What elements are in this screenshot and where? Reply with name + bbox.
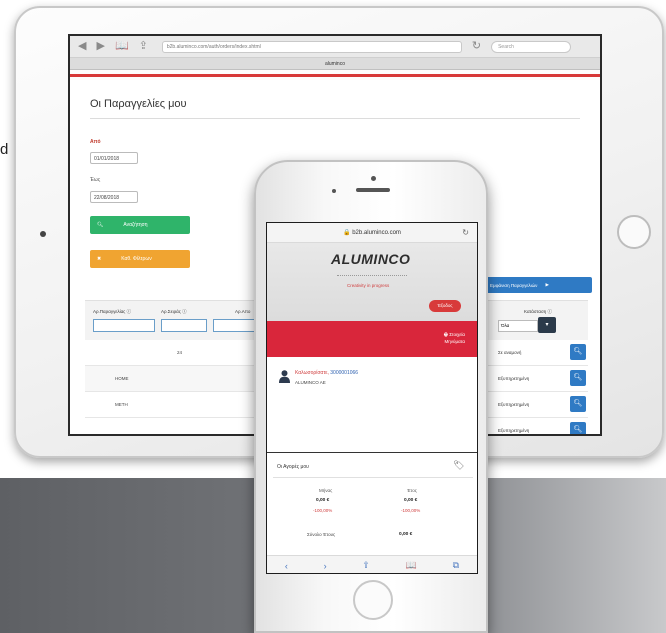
view-icon[interactable]: 🔍︎	[570, 396, 586, 412]
clear-filters-label: Καθ. Φίλτρων	[121, 256, 152, 262]
month-value: 0,00 €	[316, 498, 330, 503]
messages-link[interactable]: Μηνύματα	[444, 338, 465, 345]
mobile-menu-item[interactable]: 🖶 Στοιχεία Μηνύματα	[444, 331, 465, 345]
table-cell: 24	[177, 350, 183, 355]
logout-button[interactable]: Έξοδος	[429, 300, 461, 312]
status-row[interactable]: Σε αναμονή 🔍︎	[488, 340, 588, 366]
mobile-bottom-bar: ‹ › ⇪ 📖 ⧉	[267, 555, 477, 573]
aluminco-logo[interactable]: ALUMINCO	[331, 251, 410, 267]
back-icon[interactable]: ‹	[285, 561, 288, 571]
purchases-rule	[273, 477, 473, 478]
bookmarks-icon[interactable]: 📖	[406, 560, 417, 571]
tabs-icon[interactable]: ⧉	[453, 560, 459, 571]
view-icon[interactable]: 🔍︎	[570, 370, 586, 386]
phone-screen: 🔒 b2b.aluminco.com ↻ ALUMINCO Creativity…	[266, 222, 478, 574]
purchases-title: Οι Αγορές μου	[277, 464, 309, 470]
logo-tagline: Creativity in progress	[347, 283, 390, 288]
customer-code: 3000001066	[330, 370, 359, 376]
arrow-right-icon: ▶	[545, 282, 549, 287]
eraser-icon: ✖	[97, 256, 102, 262]
mobile-url: 🔒 b2b.aluminco.com	[343, 230, 401, 236]
show-orders-label: Εμφάνιση Παραγγελιών	[490, 282, 538, 288]
side-text: d	[0, 141, 9, 158]
address-bar[interactable]: b2b.aluminco.com/auth/orders/index.shtml	[161, 40, 462, 53]
forward-icon[interactable]: ›	[324, 561, 327, 571]
share-icon[interactable]: ⇪	[139, 41, 148, 52]
status-text: Εξυπηρετημένη	[498, 402, 530, 407]
section-divider	[267, 452, 477, 453]
mobile-address-bar[interactable]: 🔒 b2b.aluminco.com ↻	[267, 223, 477, 243]
title-divider	[90, 118, 580, 119]
status-row[interactable]: Εξυπηρετημένη 🔍︎	[488, 366, 588, 392]
status-text: Εξυπηρετημένη	[498, 428, 530, 433]
order-number-filter[interactable]	[93, 319, 155, 332]
welcome-line: Καλωσορίσατε, 3000001066	[295, 370, 358, 376]
year-total-label: Σύνολο Έτους	[307, 532, 336, 537]
tag-icon: 🏷	[453, 460, 465, 470]
from-date-field[interactable]: 01/01/2018	[90, 152, 138, 164]
status-text: Εξυπηρετημένη	[498, 376, 530, 381]
reload-icon[interactable]: ↻	[472, 41, 481, 52]
view-icon[interactable]: 🔍︎	[570, 422, 586, 434]
page-title: Οι Παραγγελίες μου	[90, 98, 187, 110]
mobile-menu-band: 🖶 Στοιχεία Μηνύματα	[267, 321, 477, 357]
reload-icon[interactable]: ↻	[462, 223, 469, 243]
forward-icon[interactable]: ▶	[96, 41, 104, 52]
phone-sensor	[332, 189, 336, 193]
col-order-number[interactable]: Αρ.Παραγγελίας ⓘ	[93, 309, 131, 315]
col-reference[interactable]: Αρ.Απο	[235, 309, 250, 314]
status-row[interactable]: Εξυπηρετημένη 🔍︎	[488, 392, 588, 418]
table-cell: HOME	[115, 376, 129, 381]
year-value: 0,00 €	[404, 498, 418, 503]
search-icon: 🔍︎	[97, 222, 104, 228]
year-percent: -100,00%	[401, 508, 421, 513]
user-icon	[279, 370, 290, 383]
status-select[interactable]: Όλα	[498, 320, 538, 332]
tablet-home-button[interactable]	[617, 215, 651, 249]
phone-device: 🔒 b2b.aluminco.com ↻ ALUMINCO Creativity…	[254, 160, 488, 633]
search-field[interactable]: Search	[491, 40, 572, 53]
clear-filters-button[interactable]: ✖ Καθ. Φίλτρων	[90, 250, 190, 268]
month-label: Μήνας	[319, 488, 333, 493]
phone-home-button[interactable]	[353, 580, 393, 620]
search-button-label: Αναζήτηση	[123, 222, 148, 228]
table-cell: METH	[115, 402, 128, 407]
col-status[interactable]: Κατάσταση ⓘ	[524, 309, 552, 315]
year-label: Έτος	[407, 488, 417, 493]
status-dropdown-button[interactable]: ▾	[538, 317, 556, 333]
details-link[interactable]: 🖶 Στοιχεία	[444, 331, 465, 338]
phone-camera	[371, 176, 376, 181]
month-percent: -100,00%	[313, 508, 333, 513]
to-date-field[interactable]: 22/08/2018	[90, 191, 138, 203]
header-accent-line	[70, 74, 600, 77]
share-icon[interactable]: ⇪	[362, 560, 370, 571]
col-series-number[interactable]: Αρ.Σειράς ⓘ	[161, 309, 187, 315]
phone-speaker	[356, 188, 390, 192]
from-label: Από	[90, 139, 101, 145]
back-icon[interactable]: ◀	[78, 41, 86, 52]
show-orders-tab[interactable]: Εμφάνιση Παραγγελιών ▶	[480, 277, 592, 293]
browser-tab[interactable]: aluminco	[70, 58, 600, 70]
tablet-camera	[40, 231, 46, 237]
view-icon[interactable]: 🔍︎	[570, 344, 586, 360]
browser-toolbar: ◀ ▶ 📖 ⇪ b2b.aluminco.com/auth/orders/ind…	[70, 36, 600, 58]
to-label: Έως	[90, 177, 101, 183]
welcome-text: Καλωσορίσατε,	[295, 370, 329, 376]
search-button[interactable]: 🔍︎ Αναζήτηση	[90, 216, 190, 234]
year-total-value: 0,00 €	[399, 532, 413, 537]
series-number-filter[interactable]	[161, 319, 207, 332]
status-row[interactable]: Εξυπηρετημένη 🔍︎	[488, 418, 588, 434]
company-name: ALUMINCO AE	[295, 380, 326, 385]
logo-underline	[337, 268, 407, 276]
bookmarks-icon[interactable]: 📖	[115, 41, 129, 52]
status-text: Σε αναμονή	[498, 350, 522, 355]
